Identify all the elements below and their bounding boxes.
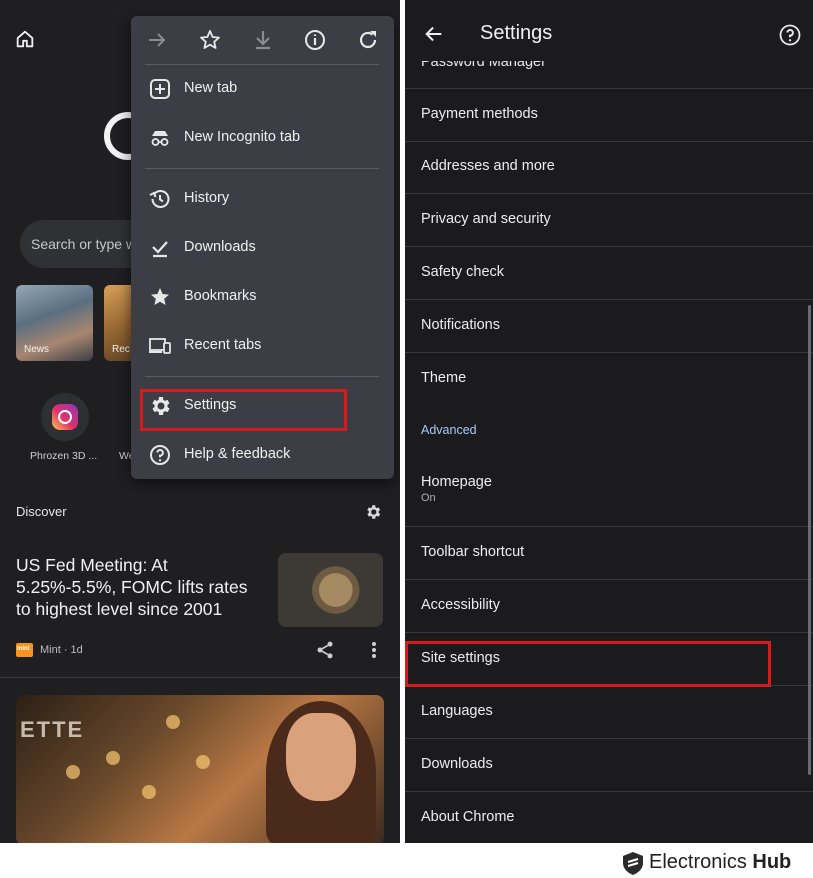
menu-item-label: History <box>184 190 230 206</box>
share-icon[interactable] <box>315 640 335 660</box>
settings-item-label: Languages <box>421 703 493 719</box>
settings-item-toolbar-shortcut[interactable]: Toolbar shortcut <box>405 527 813 580</box>
menu-item-help-feedback[interactable]: Help & feedback <box>148 440 388 470</box>
shortcut-label: Phrozen 3D ... <box>30 450 98 462</box>
section-header-advanced: Advanced <box>421 423 477 437</box>
divider <box>0 677 400 678</box>
watermark-brand: Electronics Hub <box>649 851 791 874</box>
search-placeholder: Search or type w <box>31 236 137 252</box>
settings-item-addresses[interactable]: Addresses and more <box>405 141 813 194</box>
mint-logo-text: mint <box>17 646 30 652</box>
menu-item-recent-tabs[interactable]: Recent tabs <box>148 331 388 361</box>
menu-divider <box>145 376 379 377</box>
bokeh-light <box>196 755 210 769</box>
history-icon <box>149 190 170 208</box>
settings-item-label: About Chrome <box>421 809 515 825</box>
menu-item-label: New tab <box>184 80 238 96</box>
forward-icon[interactable] <box>145 28 169 52</box>
incognito-icon <box>151 131 169 146</box>
menu-item-label: Bookmarks <box>184 288 257 304</box>
discover-heading: Discover <box>16 504 67 519</box>
settings-item-languages[interactable]: Languages <box>405 686 813 739</box>
settings-app-bar: Settings <box>405 0 813 60</box>
home-icon[interactable] <box>14 28 36 50</box>
back-arrow-icon[interactable] <box>423 23 445 45</box>
article-title[interactable]: US Fed Meeting: At 5.25%-5.5%, FOMC lift… <box>16 554 266 620</box>
settings-item-notifications[interactable]: Notifications <box>405 300 813 353</box>
bokeh-light <box>142 785 156 799</box>
menu-item-label: Recent tabs <box>184 337 262 353</box>
settings-item-label: Payment methods <box>421 106 538 122</box>
settings-item-label: Addresses and more <box>421 158 555 174</box>
star-icon <box>151 288 169 305</box>
help-icon[interactable] <box>778 23 802 47</box>
site-settings-highlight-box <box>405 641 771 687</box>
help-icon <box>150 445 170 465</box>
menu-item-bookmarks[interactable]: Bookmarks <box>148 282 388 312</box>
menu-item-label: Downloads <box>184 239 256 255</box>
menu-item-new-tab[interactable]: New tab <box>148 74 388 104</box>
bokeh-light <box>166 715 180 729</box>
article-photo[interactable]: ETTE <box>16 695 384 843</box>
settings-item-payment-methods[interactable]: Payment methods <box>405 88 813 142</box>
settings-item-label: Downloads <box>421 756 493 772</box>
article-source: Mint · 1d <box>40 644 83 656</box>
gear-icon[interactable] <box>364 503 382 521</box>
menu-item-history[interactable]: History <box>148 184 388 214</box>
scrollbar[interactable] <box>808 305 811 775</box>
menu-item-new-incognito-tab[interactable]: New Incognito tab <box>148 123 388 153</box>
settings-item-accessibility[interactable]: Accessibility <box>405 580 813 633</box>
settings-item-sublabel: On <box>421 492 436 504</box>
page-title: Settings <box>480 22 553 44</box>
settings-item-downloads[interactable]: Downloads <box>405 739 813 792</box>
bokeh-light <box>106 751 120 765</box>
settings-item-privacy-security[interactable]: Privacy and security <box>405 194 813 247</box>
menu-divider <box>145 64 379 65</box>
photo-sign-text: ETTE <box>20 717 85 742</box>
settings-item-label: Privacy and security <box>421 211 551 227</box>
instagram-icon <box>52 404 78 430</box>
more-vert-icon[interactable] <box>366 640 382 660</box>
menu-item-label: Help & feedback <box>184 446 291 462</box>
watermark-brand-part1: Electronics <box>649 851 747 873</box>
menu-divider <box>145 168 379 169</box>
settings-item-label: Accessibility <box>421 597 500 613</box>
tile-label: News <box>24 344 50 355</box>
chrome-settings-screen: Password Manager Settings Payment method… <box>405 0 813 843</box>
refresh-icon[interactable] <box>356 28 380 52</box>
electronics-hub-logo <box>623 852 643 875</box>
settings-item-safety-check[interactable]: Safety check <box>405 247 813 300</box>
tile-news[interactable]: News <box>16 285 93 361</box>
download-icon[interactable] <box>251 28 275 52</box>
new-tab-icon <box>150 79 170 99</box>
settings-item-theme[interactable]: Theme <box>405 353 813 405</box>
star-icon[interactable] <box>198 28 222 52</box>
settings-item-label: Theme <box>421 370 467 386</box>
tile-label: Rec <box>112 344 130 355</box>
info-icon[interactable] <box>303 28 327 52</box>
download-done-icon <box>152 241 168 258</box>
mint-logo: mint <box>16 643 33 657</box>
settings-item-label: Safety check <box>421 264 505 280</box>
shortcut-instagram[interactable] <box>41 393 89 441</box>
settings-item-label: Toolbar shortcut <box>421 544 525 560</box>
menu-item-label: New Incognito tab <box>184 129 301 145</box>
settings-item-homepage[interactable]: Homepage On <box>405 456 813 527</box>
menu-item-downloads[interactable]: Downloads <box>148 233 388 263</box>
watermark-brand-part2: Hub <box>752 851 792 873</box>
settings-item-about-chrome[interactable]: About Chrome <box>405 792 813 843</box>
devices-icon <box>149 338 171 354</box>
article-thumbnail[interactable] <box>278 553 383 627</box>
settings-item-label: Homepage <box>421 474 492 490</box>
bokeh-light <box>66 765 80 779</box>
photo-face <box>286 713 356 801</box>
settings-highlight-box <box>140 389 347 431</box>
settings-item-label: Notifications <box>421 317 500 333</box>
